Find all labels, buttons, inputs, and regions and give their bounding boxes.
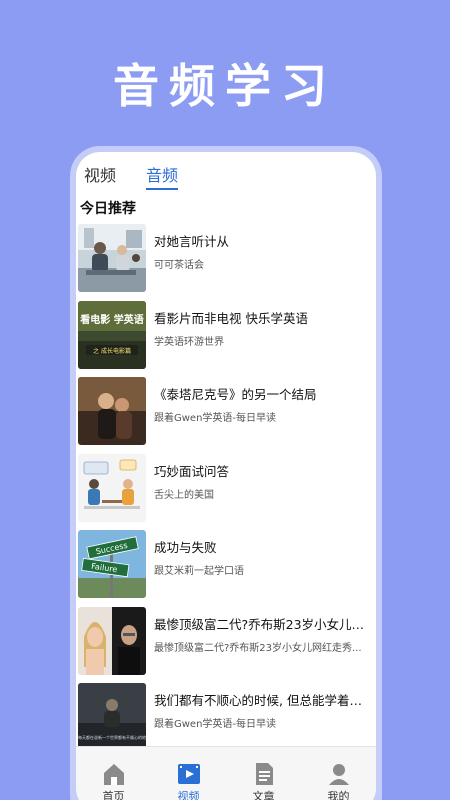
item-subtitle: 舌尖上的美国 — [154, 489, 214, 501]
tab-video[interactable]: 视频 — [84, 160, 116, 190]
hero-title: 音频学习 — [113, 59, 337, 113]
item-title: 《泰塔尼克号》的另一个结局 — [154, 387, 317, 402]
item-title: 成功与失败 — [154, 540, 217, 555]
list-item[interactable]: 《泰塔尼克号》的另一个结局 跟着Gwen学英语-每日早读 — [78, 377, 370, 454]
item-title: 看影片而非电视 快乐学英语 — [154, 310, 308, 326]
item-subtitle: 跟着Gwen学英语-每日早读 — [154, 719, 277, 730]
movie-thumb-subtext: 之 成长电影篇 — [93, 347, 131, 355]
nav-label: 文章 — [252, 790, 275, 800]
list-item[interactable]: 最惨顶级富二代?乔布斯23岁小女儿网红走秀 最惨顶级富二代?乔布斯23岁小女儿网… — [78, 606, 370, 684]
recommendation-list: 对她言听计从 可可茶话会 看电影 学英语 之 成长电影篇 看影片而非电视 快乐学… — [78, 224, 370, 760]
item-thumbnail — [78, 453, 146, 522]
item-thumbnail: Success Failure — [78, 530, 146, 598]
nav-item-video[interactable]: 视频 — [151, 747, 226, 800]
item-thumbnail — [78, 606, 146, 675]
home-icon — [101, 761, 127, 787]
item-subtitle: 学英语环游世界 — [154, 336, 224, 348]
nav-label: 首页 — [102, 790, 125, 800]
item-title: 巧妙面试问答 — [154, 463, 230, 479]
item-thumbnail: 看电影 学英语 之 成长电影篇 — [78, 300, 146, 369]
item-title: 最惨顶级富二代?乔布斯23岁小女儿网红走秀 — [154, 616, 366, 632]
item-subtitle: 跟着Gwen学英语-每日早读 — [154, 413, 277, 424]
tab-bar: 视频 音频 — [84, 160, 179, 190]
section-title: 今日推荐 — [80, 201, 136, 217]
bottom-nav: 首页 视频 文章 我的 — [76, 746, 376, 800]
document-icon — [251, 761, 277, 787]
nav-label: 视频 — [177, 790, 200, 800]
list-item[interactable]: 看电影 学英语 之 成长电影篇 看影片而非电视 快乐学英语 学英语环游世界 — [78, 300, 370, 378]
nav-item-profile[interactable]: 我的 — [301, 747, 376, 800]
nav-item-home[interactable]: 首页 — [76, 747, 151, 800]
item-title: 对她言听计从 — [154, 234, 230, 249]
item-subtitle: 跟艾米莉一起学口语 — [154, 566, 244, 577]
nav-item-article[interactable]: 文章 — [226, 747, 301, 800]
dark-thumb-caption: 每天都在说新一个世界都有不顺心的地 — [78, 734, 146, 740]
profile-icon — [326, 761, 352, 787]
list-item[interactable]: 对她言听计从 可可茶话会 — [78, 224, 370, 301]
tab-audio[interactable]: 音频 — [146, 160, 179, 190]
item-thumbnail: 每天都在说新一个世界都有不顺心的地 — [78, 683, 146, 751]
video-icon — [176, 761, 202, 787]
item-thumbnail — [78, 377, 146, 445]
item-subtitle: 最惨顶级富二代?乔布斯23岁小女儿网红走秀... — [154, 642, 362, 654]
item-title: 我们都有不顺心的时候, 但总能学着面对 — [154, 693, 366, 708]
movie-thumb-text: 看电影 学英语 — [80, 313, 143, 326]
list-item[interactable]: Success Failure 成功与失败 跟艾米莉一起学口语 — [78, 530, 370, 607]
app-screen: 视频 音频 今日推荐 对她言听计从 可可茶话会 看电影 学英语 之 成长电影篇 … — [76, 152, 376, 800]
item-thumbnail — [78, 224, 146, 292]
nav-label: 我的 — [327, 790, 350, 800]
list-item[interactable]: 巧妙面试问答 舌尖上的美国 — [78, 453, 370, 531]
item-subtitle: 可可茶话会 — [154, 260, 204, 271]
